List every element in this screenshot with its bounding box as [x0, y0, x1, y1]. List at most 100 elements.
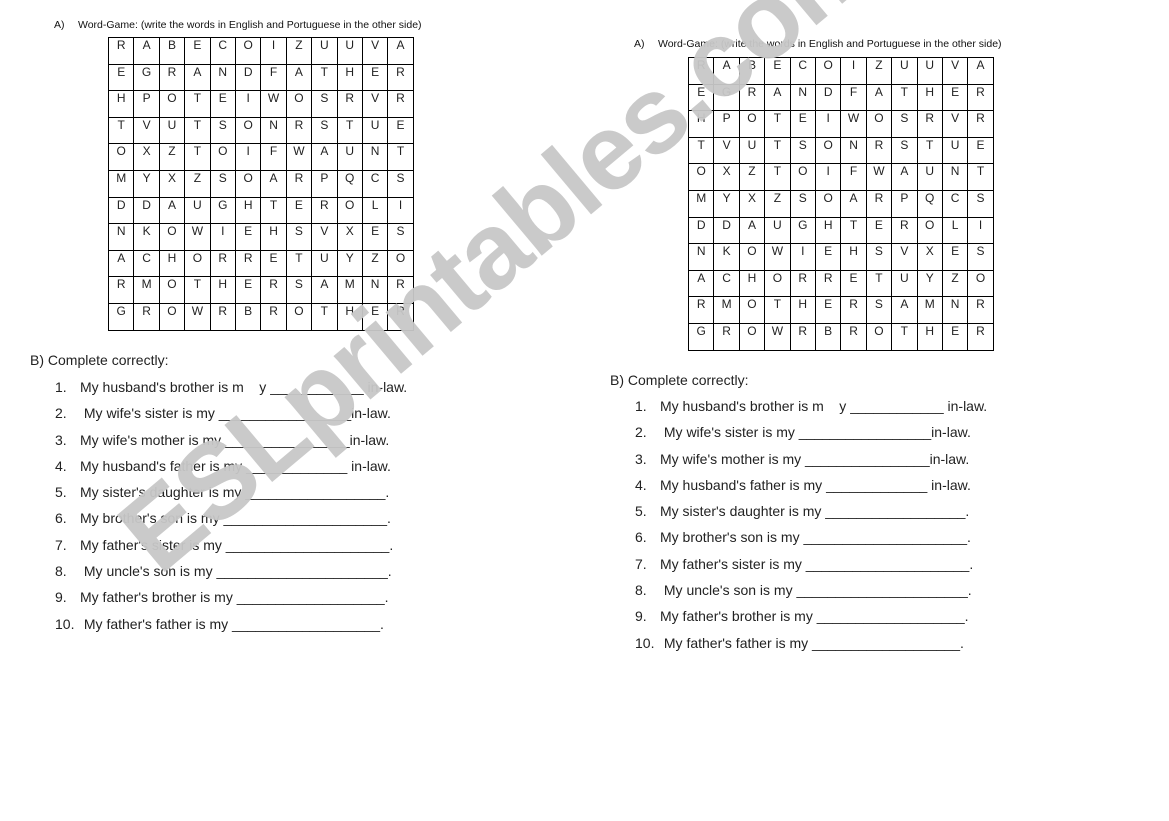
grid-cell: T — [764, 110, 791, 138]
item-number: 4. — [55, 457, 67, 474]
grid-cell: E — [234, 276, 262, 304]
grid-cell: A — [311, 276, 338, 304]
grid-cell: H — [336, 63, 363, 92]
grid-cell: R — [840, 296, 867, 324]
item-sentence: My father's brother is my ______________… — [660, 608, 969, 625]
grid-row: RMOTHERSAMNR — [107, 276, 414, 304]
grid-cell: T — [387, 143, 414, 171]
grid-cell: O — [764, 269, 791, 298]
grid-cell: O — [285, 90, 313, 118]
grid-row: MYXZSOARPQCS — [687, 189, 994, 218]
grid-cell: E — [764, 57, 791, 85]
exercise-item: 5. My sister's daughter is my ___________… — [635, 503, 987, 529]
grid-cell: V — [891, 243, 918, 271]
grid-cell: M — [107, 169, 135, 198]
grid-cell: X — [336, 223, 363, 251]
grid-cell: L — [941, 216, 969, 245]
grid-row: ACHORRETUYZO — [107, 249, 414, 278]
item-sentence: My husband's father is my _____________ … — [660, 476, 971, 493]
grid-cell: T — [764, 163, 791, 191]
grid-cell: E — [361, 63, 389, 92]
grid-cell: O — [158, 223, 186, 251]
grid-row: HPOTEIWOSRVR — [687, 110, 994, 138]
grid-cell: R — [234, 249, 262, 278]
grid-cell: N — [789, 83, 816, 112]
item-sentence: My father's brother is my ______________… — [80, 589, 389, 606]
grid-cell: V — [941, 110, 969, 138]
item-number: 6. — [55, 510, 67, 527]
section-instructions: Word-Game: (write the words in English a… — [658, 38, 1002, 50]
grid-cell: E — [814, 296, 842, 324]
grid-cell: T — [840, 216, 867, 245]
grid-cell: X — [738, 189, 766, 218]
item-number: 7. — [55, 536, 67, 553]
grid-cell: B — [234, 302, 262, 331]
exercise-item: 8. My uncle's son is my ________________… — [635, 582, 987, 608]
grid-cell: R — [967, 83, 994, 112]
grid-cell: C — [133, 249, 160, 278]
grid-cell: S — [891, 110, 918, 138]
grid-cell: Z — [184, 169, 211, 198]
grid-cell: R — [687, 57, 715, 85]
grid-cell: X — [158, 169, 186, 198]
grid-cell: T — [285, 249, 313, 278]
item-sentence: My wife's mother is my ________________i… — [660, 450, 970, 467]
grid-cell: G — [789, 216, 816, 245]
grid-cell: T — [967, 163, 994, 191]
grid-cell: W — [764, 322, 791, 351]
grid-cell: U — [916, 57, 943, 85]
grid-cell: Z — [865, 57, 893, 85]
grid-cell: E — [361, 223, 389, 251]
grid-cell: O — [107, 143, 135, 171]
grid-cell: R — [967, 322, 994, 351]
grid-cell: Z — [738, 163, 766, 191]
grid-cell: R — [789, 269, 816, 298]
grid-cell: D — [234, 63, 262, 92]
grid-cell: V — [311, 223, 338, 251]
grid-cell: N — [687, 243, 715, 271]
item-sentence: My father's sister is my _______________… — [80, 536, 394, 553]
grid-cell: H — [209, 276, 236, 304]
grid-cell: E — [789, 110, 816, 138]
grid-cell: R — [789, 322, 816, 351]
grid-row: RABECOIZUUVA — [107, 37, 414, 65]
grid-cell: R — [738, 83, 766, 112]
grid-cell: W — [865, 163, 893, 191]
item-sentence: My father's father is my _______________… — [80, 615, 384, 632]
exercise-item: 2. My wife's sister is my ______________… — [635, 424, 987, 450]
grid-cell: S — [967, 243, 994, 271]
item-sentence: My husband's brother is m y ____________… — [80, 379, 408, 395]
grid-cell: V — [361, 90, 389, 118]
item-sentence: My brother's son is my _________________… — [660, 529, 971, 546]
grid-cell: G — [713, 83, 740, 112]
grid-cell: Z — [158, 143, 186, 171]
grid-cell: K — [133, 223, 160, 251]
grid-cell: A — [311, 143, 338, 171]
grid-cell: W — [184, 223, 211, 251]
grid-cell: Y — [336, 249, 363, 278]
grid-cell: R — [209, 249, 236, 278]
grid-cell: G — [209, 196, 236, 225]
grid-cell: N — [361, 143, 389, 171]
grid-cell: R — [713, 322, 740, 351]
grid-cell: I — [234, 90, 262, 118]
grid-cell: H — [840, 243, 867, 271]
grid-cell: A — [891, 163, 918, 191]
grid-cell: D — [133, 196, 160, 225]
item-number: 2. — [55, 405, 67, 422]
grid-cell: O — [209, 143, 236, 171]
grid-cell: R — [158, 63, 186, 92]
grid-cell: G — [107, 302, 135, 331]
grid-cell: N — [941, 296, 969, 324]
grid-cell: R — [285, 116, 313, 145]
grid-cell: H — [158, 249, 186, 278]
grid-cell: D — [107, 196, 135, 225]
grid-cell: E — [184, 37, 211, 65]
grid-cell: G — [133, 63, 160, 92]
grid-cell: T — [184, 116, 211, 145]
grid-cell: L — [361, 196, 389, 225]
grid-row: EGRANDFATHER — [687, 83, 994, 112]
grid-cell: R — [336, 90, 363, 118]
item-number: 3. — [635, 450, 647, 467]
grid-cell: C — [209, 37, 236, 65]
